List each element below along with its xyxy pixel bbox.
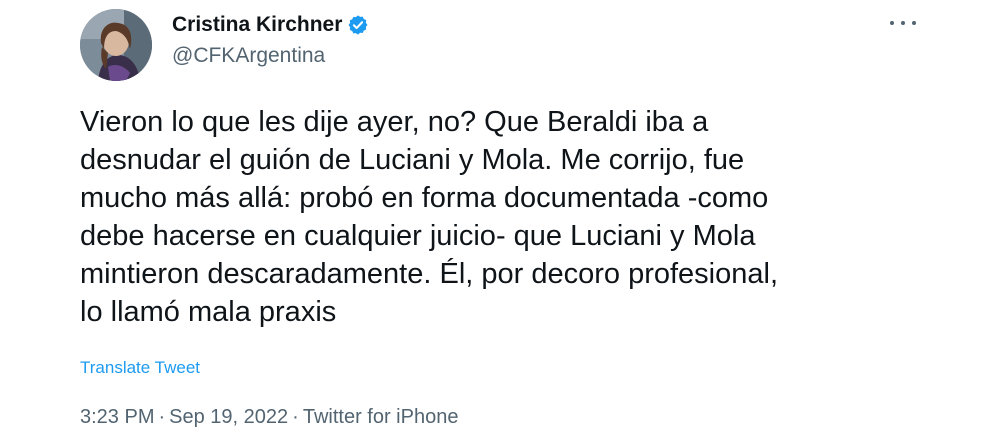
dot — [912, 21, 916, 25]
tweet-meta: 3:23 PM · Sep 19, 2022 · Twitter for iPhone — [80, 406, 458, 429]
dot — [901, 21, 905, 25]
user-handle[interactable]: @CFKArgentina — [172, 44, 369, 68]
tweet-date[interactable]: Sep 19, 2022 — [169, 406, 288, 428]
dot — [890, 21, 894, 25]
translate-tweet-link[interactable]: Translate Tweet — [80, 358, 200, 378]
tweet-source[interactable]: Twitter for iPhone — [303, 406, 459, 428]
author-block: Cristina Kirchner @CFKArgentina — [172, 10, 369, 68]
avatar[interactable] — [80, 9, 152, 81]
name-row: Cristina Kirchner — [172, 10, 369, 40]
meta-separator: · — [158, 406, 166, 428]
profile-photo — [80, 9, 152, 81]
meta-separator: · — [292, 406, 299, 428]
verified-badge-icon — [347, 14, 369, 36]
display-name[interactable]: Cristina Kirchner — [172, 13, 342, 37]
more-options-icon[interactable] — [890, 16, 916, 30]
tweet-card: Cristina Kirchner @CFKArgentina Vieron l… — [0, 0, 992, 441]
tweet-text: Vieron lo que les dije ayer, no? Que Ber… — [80, 106, 778, 328]
tweet-time[interactable]: 3:23 PM — [80, 406, 154, 428]
